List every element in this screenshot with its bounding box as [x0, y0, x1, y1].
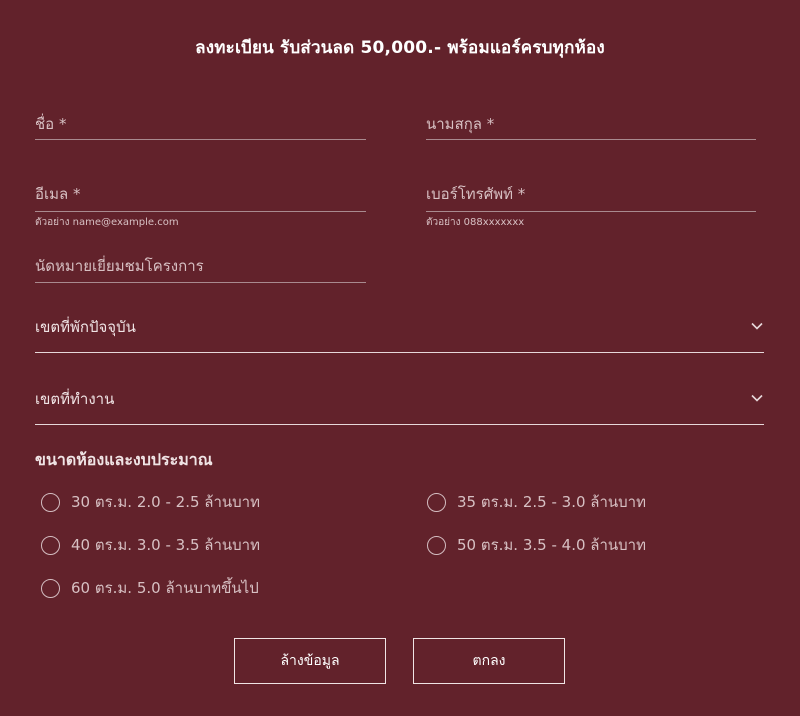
radio-option-50sqm[interactable]: 50 ตร.ม. 3.5 - 4.0 ล้านบาท — [427, 533, 646, 557]
phone-field[interactable]: เบอร์โทรศัพท์ * ตัวอย่าง 088xxxxxxx — [426, 182, 756, 228]
email-label: อีเมล * — [35, 185, 81, 203]
phone-label: เบอร์โทรศัพท์ * — [426, 185, 526, 203]
appointment-underline — [35, 282, 366, 283]
radio-label: 35 ตร.ม. 2.5 - 3.0 ล้านบาท — [457, 493, 646, 511]
appointment-field[interactable]: นัดหมายเยี่ยมชมโครงการ — [35, 254, 366, 283]
work-district-underline — [35, 424, 764, 425]
form-title: ลงทะเบียน รับส่วนลด 50,000.- พร้อมแอร์คร… — [195, 38, 605, 58]
radio-circle[interactable] — [41, 492, 60, 512]
radio-circle[interactable] — [427, 492, 446, 512]
first-name-field[interactable]: ชื่อ * — [35, 112, 366, 140]
radio-option-40sqm[interactable]: 40 ตร.ม. 3.0 - 3.5 ล้านบาท — [41, 533, 260, 557]
email-underline — [35, 211, 366, 212]
first-name-label: ชื่อ * — [35, 115, 67, 133]
last-name-label: นามสกุล * — [426, 115, 495, 133]
radio-circle[interactable] — [41, 535, 60, 555]
first-name-underline — [35, 139, 366, 140]
clear-button[interactable]: ล้างข้อมูล — [234, 638, 386, 684]
last-name-underline — [426, 139, 756, 140]
radio-option-60sqm[interactable]: 60 ตร.ม. 5.0 ล้านบาทขึ้นไป — [41, 576, 259, 600]
email-field[interactable]: อีเมล * ตัวอย่าง name@example.com — [35, 182, 366, 228]
work-district-label: เขตที่ทำงาน — [35, 390, 115, 408]
radio-label: 30 ตร.ม. 2.0 - 2.5 ล้านบาท — [71, 493, 260, 511]
residence-district-underline — [35, 352, 764, 353]
submit-button[interactable]: ตกลง — [413, 638, 565, 684]
phone-hint: ตัวอย่าง 088xxxxxxx — [426, 217, 525, 228]
radio-label: 50 ตร.ม. 3.5 - 4.0 ล้านบาท — [457, 536, 646, 554]
radio-option-30sqm[interactable]: 30 ตร.ม. 2.0 - 2.5 ล้านบาท — [41, 490, 260, 514]
last-name-field[interactable]: นามสกุล * — [426, 112, 756, 140]
radio-label: 40 ตร.ม. 3.0 - 3.5 ล้านบาท — [71, 536, 260, 554]
radio-circle[interactable] — [41, 578, 60, 598]
radio-label: 60 ตร.ม. 5.0 ล้านบาทขึ้นไป — [71, 579, 259, 597]
work-district-select[interactable]: เขตที่ทำงาน — [35, 387, 764, 425]
residence-district-select[interactable]: เขตที่พักปัจจุบัน — [35, 315, 764, 353]
email-hint: ตัวอย่าง name@example.com — [35, 217, 179, 228]
chevron-down-icon — [751, 322, 763, 330]
radio-option-35sqm[interactable]: 35 ตร.ม. 2.5 - 3.0 ล้านบาท — [427, 490, 646, 514]
radio-circle[interactable] — [427, 535, 446, 555]
phone-underline — [426, 211, 756, 212]
chevron-down-icon — [751, 394, 763, 402]
appointment-label: นัดหมายเยี่ยมชมโครงการ — [35, 257, 204, 275]
room-budget-title: ขนาดห้องและงบประมาณ — [35, 450, 213, 469]
residence-district-label: เขตที่พักปัจจุบัน — [35, 318, 136, 336]
